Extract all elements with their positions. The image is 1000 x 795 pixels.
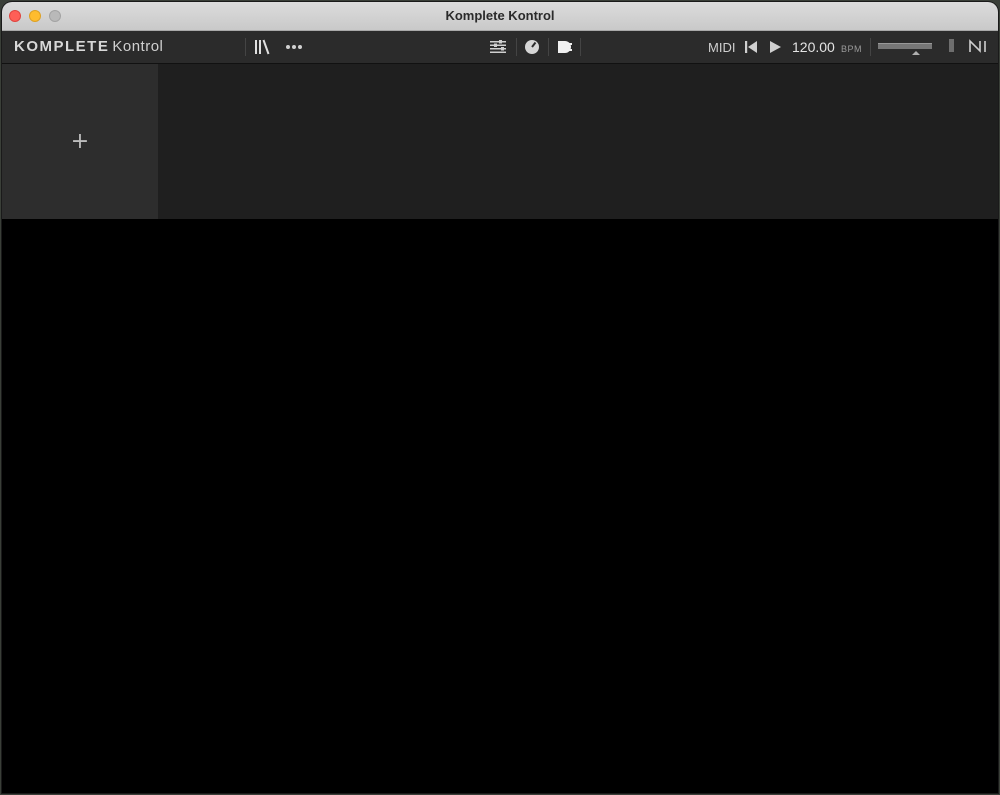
divider [548,38,549,56]
brand-bold: KOMPLETE [14,38,110,55]
plugin-icon[interactable] [554,37,574,57]
library-icon[interactable] [252,37,272,57]
skip-to-start-icon[interactable] [743,37,759,57]
brand-light: Kontrol [112,38,164,55]
volume-handle[interactable] [911,51,920,55]
play-icon[interactable] [767,37,783,57]
add-instrument-slot[interactable]: + [2,64,158,219]
title-bar[interactable]: Komplete Kontrol [2,2,998,31]
divider [516,38,517,56]
divider [870,38,871,56]
add-icon: + [70,128,90,154]
performance-knob-icon[interactable] [522,37,542,57]
instrument-rack: + [2,64,998,219]
midi-label[interactable]: MIDI [708,40,735,55]
window-title: Komplete Kontrol [445,8,555,23]
app-window: Komplete Kontrol KOMPLETE Kontrol MIDI 1… [2,2,998,793]
more-options-icon[interactable] [283,37,305,57]
divider [245,38,246,56]
divider [580,38,581,56]
tempo-value[interactable]: 120.00 [792,39,835,55]
master-volume-slider[interactable] [878,41,932,55]
plugin-view-area [2,219,998,793]
mixer-icon[interactable] [487,37,509,57]
level-meter [949,39,954,52]
header-toolbar: KOMPLETE Kontrol MIDI 120.00 BPM [2,31,998,64]
tempo-unit: BPM [841,44,863,54]
ni-logo-icon[interactable] [968,39,988,58]
volume-track [878,43,932,49]
brand-logo: KOMPLETE Kontrol [14,38,163,55]
